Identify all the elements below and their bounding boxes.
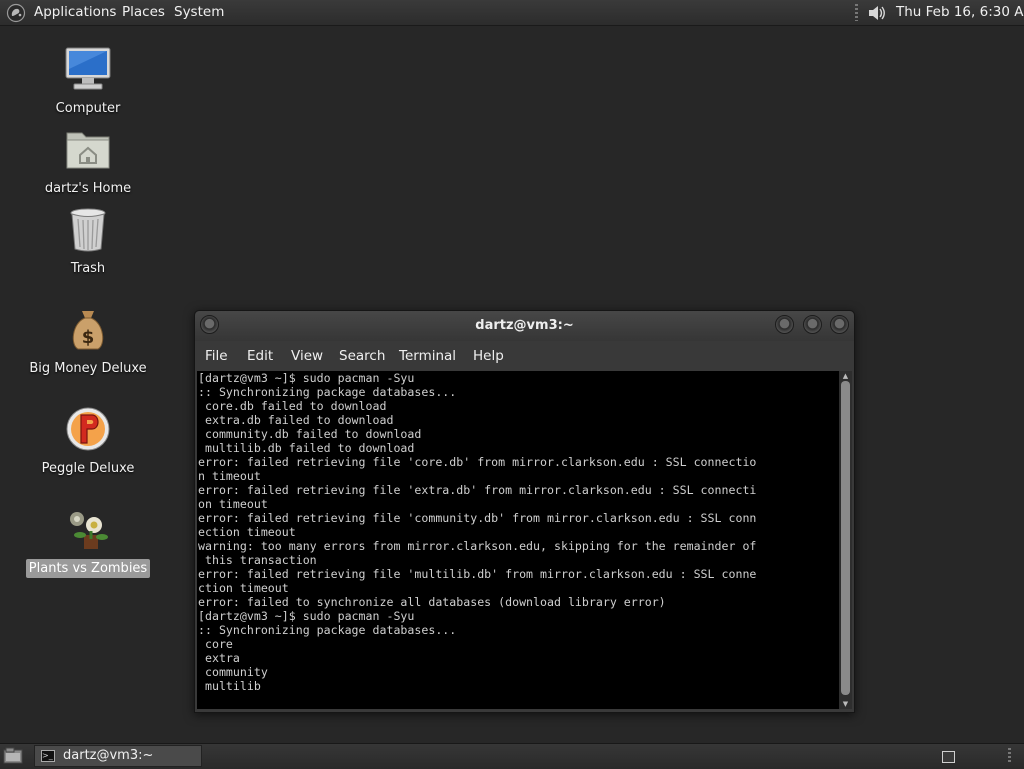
panel-separator: [1008, 748, 1011, 764]
desktop-icon-label: Computer: [55, 101, 121, 116]
computer-monitor-icon: [65, 47, 111, 90]
top-panel: Applications Places System Thu Feb 16, 6…: [0, 0, 1024, 26]
terminal-icon: >_: [41, 750, 55, 762]
terminal-window[interactable]: dartz@vm3:~ File Edit View Search Termin…: [194, 310, 855, 713]
menu-view[interactable]: View: [291, 341, 323, 371]
taskbar-label: dartz@vm3:~: [63, 748, 154, 763]
minimize-button[interactable]: [775, 315, 794, 334]
money-bag-icon: $: [72, 311, 104, 350]
menu-search[interactable]: Search: [339, 341, 385, 371]
window-titlebar[interactable]: dartz@vm3:~: [195, 311, 854, 341]
close-button[interactable]: [830, 315, 849, 334]
peggle-icon: [66, 407, 110, 451]
taskbar-button-terminal[interactable]: >_ dartz@vm3:~: [34, 745, 202, 767]
menu-help[interactable]: Help: [473, 341, 504, 371]
desktop-icon-label: Big Money Deluxe: [29, 361, 147, 376]
desktop-icon-label: Peggle Deluxe: [41, 461, 135, 476]
gnome-foot-icon[interactable]: [6, 3, 26, 23]
system-menu[interactable]: System: [174, 0, 224, 25]
desktop-icon-label: Plants vs Zombies: [13, 559, 163, 578]
scroll-down-arrow-icon[interactable]: ▼: [841, 700, 850, 708]
places-menu[interactable]: Places: [122, 0, 165, 25]
home-folder-icon: [66, 132, 110, 169]
plants-vs-zombies-icon: [70, 512, 108, 549]
menu-edit[interactable]: Edit: [247, 341, 273, 371]
menu-file[interactable]: File: [205, 341, 228, 371]
selected-label: Plants vs Zombies: [25, 559, 151, 578]
show-desktop-icon[interactable]: [3, 747, 23, 765]
svg-text:$: $: [82, 327, 95, 348]
panel-separator: [855, 4, 858, 21]
scrollbar-thumb[interactable]: [841, 381, 850, 695]
clock[interactable]: Thu Feb 16, 6:30 AM: [896, 0, 1024, 25]
terminal-output: [dartz@vm3 ~]$ sudo pacman -Syu :: Synch…: [198, 371, 757, 693]
workspace-switcher[interactable]: [942, 751, 955, 763]
desktop-icon-label: Trash: [70, 261, 106, 276]
window-title: dartz@vm3:~: [475, 318, 574, 333]
terminal-output-area[interactable]: [dartz@vm3 ~]$ sudo pacman -Syu :: Synch…: [197, 371, 839, 709]
applications-menu[interactable]: Applications: [34, 0, 116, 25]
vertical-scrollbar[interactable]: ▲ ▼: [839, 371, 852, 709]
desktop-icon-label: dartz's Home: [44, 181, 132, 196]
terminal-menubar: File Edit View Search Terminal Help: [195, 341, 854, 371]
speaker-icon[interactable]: [866, 3, 888, 23]
bottom-panel: >_ dartz@vm3:~: [0, 743, 1024, 769]
trash-bin-icon: [70, 208, 106, 252]
scroll-up-arrow-icon[interactable]: ▲: [841, 372, 850, 380]
maximize-button[interactable]: [803, 315, 822, 334]
menu-terminal[interactable]: Terminal: [399, 341, 456, 371]
